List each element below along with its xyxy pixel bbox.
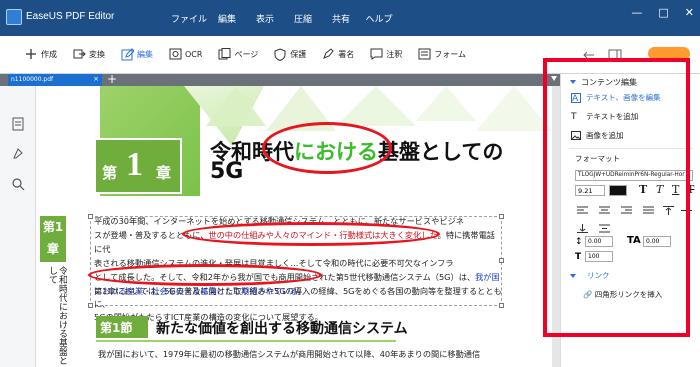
section-rule: [96, 340, 396, 342]
add-tab-button[interactable]: +: [107, 72, 117, 86]
annotation-ellipse: [88, 264, 322, 286]
tool-convert[interactable]: 変換: [72, 47, 105, 61]
window-controls: — □ ✕: [631, 6, 694, 19]
resize-handle[interactable]: [88, 303, 93, 308]
tool-annotate[interactable]: 注釈: [369, 47, 402, 61]
title-bar: EaseUS PDF Editor ファイル 編集 表示 圧縮 共有 ヘルプ —…: [0, 0, 700, 36]
tool-edit-label: 編集: [137, 49, 153, 59]
tool-annotate-label: 注釈: [386, 49, 403, 59]
thumbnails-icon[interactable]: [11, 116, 25, 131]
menu-file[interactable]: ファイル: [170, 12, 208, 25]
tool-create[interactable]: 作成: [24, 47, 57, 61]
bookmark-icon[interactable]: [11, 146, 25, 160]
search-icon[interactable]: [11, 176, 25, 191]
tool-sign-label: 署名: [338, 49, 355, 59]
pen-icon: [321, 47, 335, 61]
tab-filename: n1100000.pdf: [11, 76, 54, 83]
tool-pages[interactable]: ページ: [217, 47, 258, 61]
pdf-page[interactable]: 第 1 章 令和時代における基盤としての 5G 第1章 令和時代における基盤とし…: [36, 86, 552, 367]
edit-icon: [120, 47, 134, 61]
side-vertical-title: 令和時代における基盤として: [47, 266, 67, 365]
blue-text: 我が国: [475, 272, 500, 282]
resize-handle[interactable]: [88, 214, 93, 219]
tool-ocr[interactable]: OCR: [168, 47, 202, 61]
maximize-button[interactable]: □: [658, 6, 668, 19]
comment-icon: [369, 47, 383, 61]
menu-help[interactable]: ヘルプ: [360, 12, 398, 25]
tab-close-icon[interactable]: ×: [93, 75, 99, 83]
annotation-ellipse: [262, 122, 392, 174]
decor-triangle: [476, 86, 552, 131]
menu-view[interactable]: 表示: [246, 12, 284, 25]
document-area[interactable]: 第 1 章 令和時代における基盤としての 5G 第1章 令和時代における基盤とし…: [36, 86, 560, 367]
paragraph-3[interactable]: 我が国において、1979年に最初の移動通信システムが商用開始されて以降、40年あ…: [98, 348, 518, 361]
tab-strip: n1100000.pdf × +: [0, 72, 560, 86]
menu-compress[interactable]: 圧縮: [284, 12, 322, 25]
side-chapter-label: 第1章: [40, 216, 66, 262]
tool-convert-label: 変換: [89, 49, 105, 59]
chapter-box: 第 1 章: [94, 138, 182, 194]
minimize-button[interactable]: —: [631, 6, 642, 19]
tool-ocr-label: OCR: [185, 49, 203, 59]
decor-triangle: [336, 86, 416, 126]
close-button[interactable]: ✕: [685, 6, 694, 19]
plus-square-icon: [24, 47, 38, 61]
chapter-sho: 章: [156, 164, 172, 182]
section-box: 第1節: [96, 316, 148, 338]
menu-bar: ファイル 編集 表示 圧縮 共有 ヘルプ: [170, 12, 398, 25]
app-logo-icon: [6, 9, 22, 25]
tab-document[interactable]: n1100000.pdf ×: [8, 74, 102, 86]
title-text: 基盤としての: [378, 140, 504, 164]
ocr-icon: [168, 47, 182, 61]
form-icon: [417, 47, 431, 61]
chapter-title-line2[interactable]: 5G: [210, 159, 243, 184]
para-line: 第1章においては、5Gの普及に向けた取り組みや5Gの導入の経緯、5Gをめぐる各国…: [94, 286, 502, 309]
app-title: EaseUS PDF Editor: [26, 11, 115, 22]
convert-icon: [72, 47, 86, 61]
tool-form-label: フォーム: [434, 49, 467, 59]
tool-sign[interactable]: 署名: [321, 47, 354, 61]
section-title[interactable]: 新たな価値を創出する移動通信システム: [156, 318, 408, 338]
decor-triangle: [416, 86, 476, 121]
shield-icon: [273, 47, 287, 61]
left-sidebar: [0, 86, 36, 367]
tool-protect[interactable]: 保護: [273, 47, 306, 61]
pages-icon: [217, 47, 231, 61]
tool-create-label: 作成: [41, 49, 57, 59]
annotation-ellipse: [182, 222, 440, 246]
chapter-number: 1: [126, 146, 143, 183]
tool-form[interactable]: フォーム: [417, 47, 466, 61]
chapter-dai: 第: [102, 164, 118, 182]
tool-edit[interactable]: 編集: [120, 47, 153, 61]
menu-edit[interactable]: 編集: [208, 12, 246, 25]
menu-share[interactable]: 共有: [322, 12, 360, 25]
tool-protect-label: 保護: [290, 49, 307, 59]
tool-pages-label: ページ: [234, 49, 259, 59]
annotation-rectangle: [543, 58, 690, 337]
